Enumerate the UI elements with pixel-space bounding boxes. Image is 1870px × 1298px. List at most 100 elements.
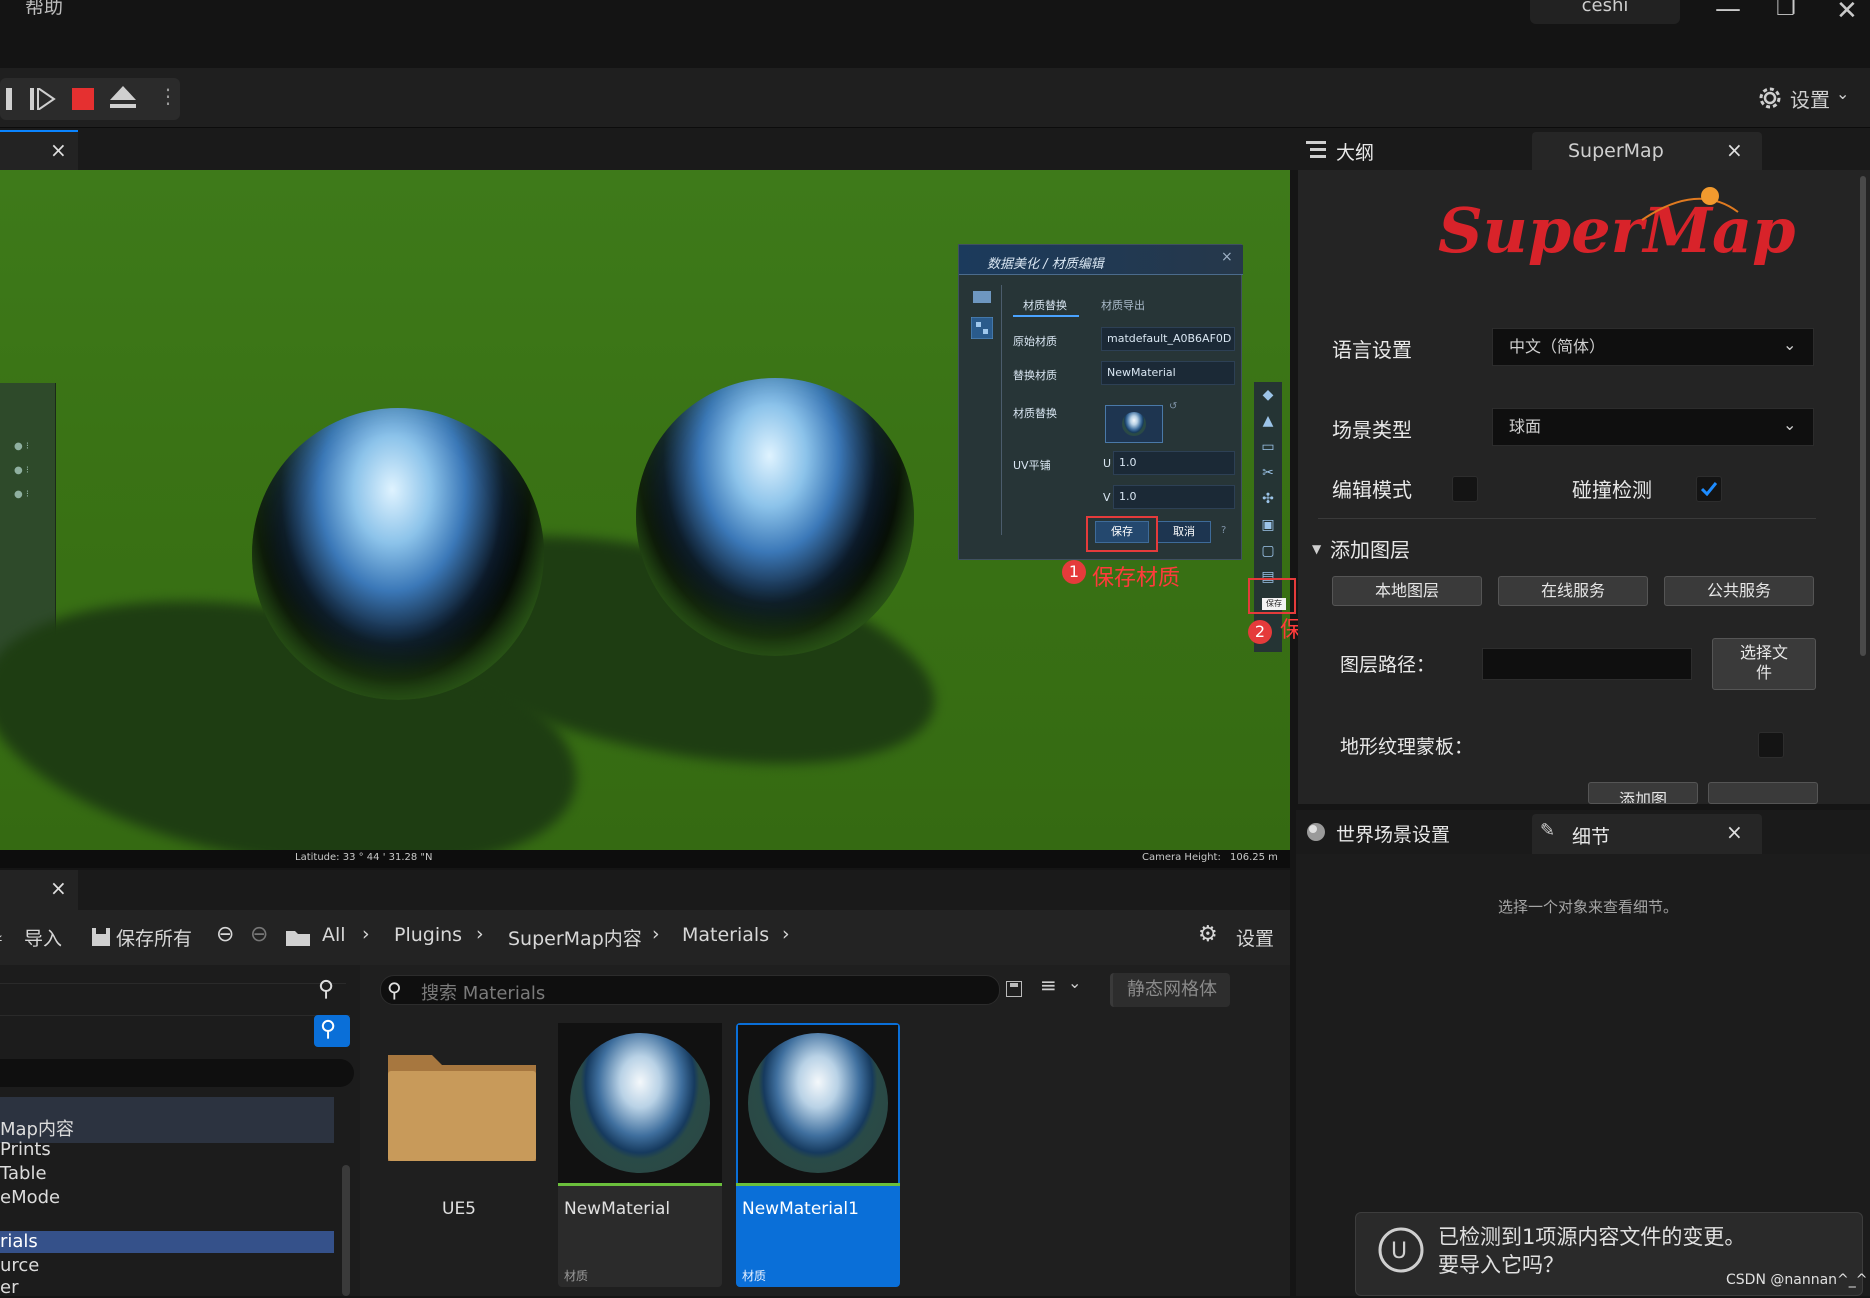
chrome-sphere[interactable]	[636, 378, 914, 656]
asset-newmaterial1-selected[interactable]: NewMaterial1 材质	[736, 1023, 900, 1287]
reset-icon[interactable]: ↺	[1169, 401, 1177, 412]
tree-item[interactable]: eMode	[0, 1187, 60, 1208]
tree-filter-input[interactable]	[0, 1059, 354, 1087]
tree-search-button[interactable]: ⚲	[314, 1015, 350, 1047]
pause-icon[interactable]	[4, 88, 16, 110]
breadcrumb-supermap[interactable]: SuperMap内容	[508, 924, 642, 951]
online-service-button[interactable]: 在线服务	[1498, 576, 1648, 606]
breadcrumb-all[interactable]: All	[322, 924, 346, 946]
chrome-sphere[interactable]	[252, 408, 544, 700]
orig-material-field[interactable]: matdefault_A0B6AF0D	[1101, 327, 1235, 351]
terrain-mask-checkbox[interactable]	[1758, 732, 1784, 758]
add-terrain-button[interactable]: 添加图	[1588, 782, 1698, 804]
import-icon[interactable]: ⤓	[0, 924, 2, 945]
layer-path-label: 图层路径：	[1340, 654, 1436, 676]
tab-world-settings[interactable]: 世界场景设置	[1336, 820, 1450, 847]
tree-item[interactable]: er	[0, 1277, 18, 1298]
settings-label[interactable]: 设置	[1790, 84, 1830, 113]
back-icon[interactable]: ⊖	[216, 922, 234, 947]
camera-height-label: Camera Height:	[1142, 852, 1221, 863]
screenshot-icon[interactable]: ▣	[1254, 512, 1282, 538]
close-icon[interactable]: ×	[1221, 249, 1233, 265]
tab-outline[interactable]: 大纲	[1336, 138, 1374, 165]
language-label: 语言设置	[1332, 338, 1412, 362]
u-field[interactable]: 1.0	[1113, 451, 1235, 475]
collision-checkbox[interactable]	[1696, 476, 1722, 502]
local-layer-button[interactable]: 本地图层	[1332, 576, 1482, 606]
panel-title: 数据美化 / 材质编辑	[987, 257, 1104, 272]
tree-scrollbar[interactable]	[342, 1165, 350, 1296]
asset-newmaterial[interactable]: NewMaterial 材质	[558, 1023, 722, 1287]
grid-icon[interactable]: ✣	[1254, 486, 1282, 512]
cancel-button[interactable]: 取消	[1157, 521, 1211, 543]
v-field[interactable]: 1.0	[1113, 485, 1235, 509]
close-icon[interactable]: ×	[50, 138, 67, 162]
save-icon[interactable]	[92, 928, 110, 946]
tree-item[interactable]: Map内容	[0, 1115, 74, 1141]
layer-path-input[interactable]	[1482, 648, 1692, 680]
breadcrumb-materials[interactable]: Materials	[682, 924, 769, 946]
tab-material-export[interactable]: 材质导出	[1101, 297, 1145, 313]
tab-material-replace[interactable]: 材质替换	[1023, 297, 1067, 313]
restore-button[interactable]: ❐	[1776, 0, 1796, 21]
scene-type-dropdown[interactable]: 球面 ⌄	[1492, 408, 1814, 446]
layer-icon[interactable]: ▭	[1254, 434, 1282, 460]
choose-file-button[interactable]: 选择文 件	[1712, 638, 1816, 690]
save-search-icon[interactable]	[1006, 981, 1022, 997]
replace-material-field[interactable]: NewMaterial	[1101, 361, 1235, 385]
material-thumbnail[interactable]	[1105, 405, 1163, 443]
close-icon[interactable]: ×	[1726, 820, 1743, 844]
viewport-tab[interactable]: ×	[0, 130, 78, 170]
terrain-icon[interactable]: ▲	[1254, 408, 1282, 434]
language-dropdown[interactable]: 中文（简体） ⌄	[1492, 328, 1814, 366]
public-service-button[interactable]: 公共服务	[1664, 576, 1814, 606]
menu-help[interactable]: 帮助	[25, 0, 63, 19]
folder-icon[interactable]	[973, 289, 991, 303]
asset-name: UE5	[442, 1199, 476, 1219]
chevron-down-icon[interactable]: ⌄	[1068, 973, 1081, 992]
asset-type: 材质	[742, 1269, 767, 1283]
edit-mode-checkbox[interactable]	[1452, 476, 1478, 502]
tree-item[interactable]: Table	[0, 1163, 47, 1184]
second-action-button[interactable]	[1708, 782, 1818, 804]
panel-title-bar: 数据美化 / 材质编辑 ×	[959, 245, 1243, 275]
frame-icon[interactable]: ▢	[1254, 538, 1282, 564]
search-icon[interactable]: ⚲	[318, 977, 334, 1002]
import-button[interactable]: 导入	[24, 924, 62, 951]
more-icon[interactable]: ⋮	[158, 84, 178, 108]
collapse-arrow-icon[interactable]: ▼	[1312, 542, 1321, 556]
minimize-button[interactable]: —	[1715, 0, 1741, 24]
cut-icon[interactable]: ✂	[1254, 460, 1282, 486]
material-type-stripe	[736, 1183, 900, 1186]
gear-icon[interactable]: ⚙	[1198, 922, 1218, 947]
forward-icon[interactable]: ⊖	[250, 922, 268, 947]
scrollbar[interactable]	[1860, 176, 1866, 656]
cube-icon[interactable]: ◆	[1254, 382, 1282, 408]
close-button[interactable]: ✕	[1836, 0, 1858, 26]
filter-chip-static-mesh[interactable]: 静态网格体	[1110, 973, 1230, 1007]
tree-item-selected	[0, 1231, 334, 1253]
add-layer-heading: 添加图层	[1330, 538, 1410, 562]
breadcrumb-plugins[interactable]: Plugins	[394, 924, 462, 946]
close-icon[interactable]: ×	[50, 876, 67, 900]
close-icon[interactable]: ×	[1726, 138, 1743, 162]
filter-icon[interactable]: ≡	[1040, 973, 1057, 997]
cb-settings-button[interactable]: 设置	[1236, 924, 1274, 951]
tree-item[interactable]: rials	[0, 1231, 38, 1252]
tree-item[interactable]: urce	[0, 1255, 39, 1276]
step-icon[interactable]	[30, 88, 56, 110]
tab-details[interactable]: ✎ 细节 ×	[1532, 814, 1762, 854]
content-browser-tab[interactable]: ×	[0, 870, 78, 910]
material-icon[interactable]	[971, 317, 993, 339]
folder-ue5[interactable]: UE5	[380, 1023, 544, 1287]
stop-icon[interactable]	[72, 88, 94, 110]
gear-icon[interactable]	[1756, 84, 1784, 112]
chevron-down-icon[interactable]: ⌄	[1836, 84, 1849, 103]
eject-icon[interactable]	[110, 86, 136, 110]
annotation-save-material: 保存材质	[1092, 566, 1181, 591]
save-all-button[interactable]: 保存所有	[116, 924, 192, 951]
asset-search-input[interactable]: ⚲ 搜索 Materials	[380, 975, 1000, 1005]
help-icon[interactable]: ?	[1221, 525, 1226, 536]
tree-item[interactable]: Prints	[0, 1139, 51, 1160]
tab-supermap[interactable]: SuperMap ×	[1532, 132, 1762, 170]
